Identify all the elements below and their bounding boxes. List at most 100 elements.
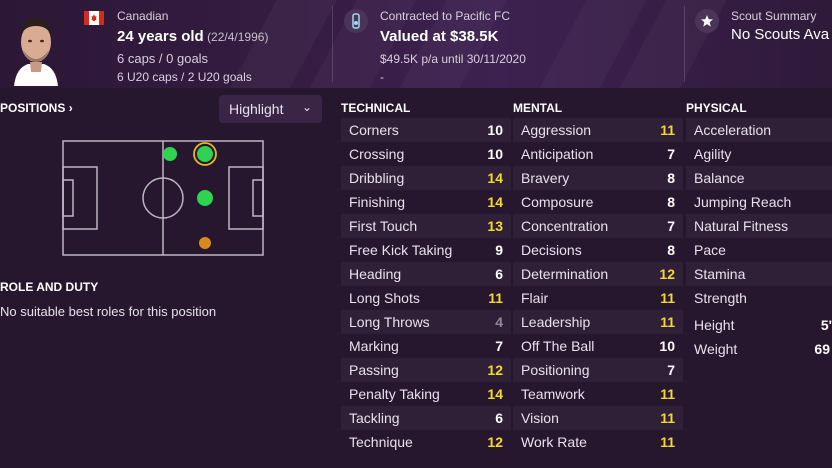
technical-attr-row[interactable]: Dribbling 14 [341, 166, 511, 190]
attr-name: Determination [521, 266, 609, 282]
attr-name: Passing [349, 362, 399, 378]
technical-attr-row[interactable]: Tackling 6 [341, 406, 511, 430]
attr-value: 4 [495, 314, 503, 330]
highlight-dropdown[interactable]: Highlight ⌄ [219, 95, 322, 123]
attr-name: Flair [521, 290, 549, 306]
attr-name: Concentration [521, 218, 609, 234]
mental-attr-row[interactable]: Anticipation 7 [513, 142, 683, 166]
attr-value: 12 [659, 266, 675, 282]
attr-value: 9 [495, 242, 503, 258]
physical-extras: Height 5' Weight 69 [686, 313, 832, 361]
player-value: Valued at $38.5K [380, 28, 499, 45]
attr-value: 14 [487, 170, 503, 186]
physical-attr-row[interactable]: Pace [686, 238, 832, 262]
positions-title: POSITIONS [0, 101, 66, 115]
technical-attr-row[interactable]: Marking 7 [341, 334, 511, 358]
technical-attr-row[interactable]: Corners 10 [341, 118, 511, 142]
attr-value: 11 [488, 290, 503, 306]
attr-value: 10 [659, 338, 675, 354]
player-avatar [14, 18, 58, 86]
technical-attr-row[interactable]: Crossing 10 [341, 142, 511, 166]
star-icon [695, 9, 719, 33]
technical-attr-row[interactable]: Long Shots 11 [341, 286, 511, 310]
attr-name: Strength [694, 290, 747, 306]
mental-attr-row[interactable]: Vision 11 [513, 406, 683, 430]
physical-attr-row[interactable]: Natural Fitness [686, 214, 832, 238]
mental-attr-row[interactable]: Decisions 8 [513, 238, 683, 262]
attr-name: Free Kick Taking [349, 242, 453, 258]
attr-name: Teamwork [521, 386, 585, 402]
canada-flag-icon [84, 11, 104, 25]
position-marker-green [163, 147, 177, 161]
attr-name: Jumping Reach [694, 194, 792, 210]
technical-attributes: Corners 10 Crossing 10 Dribbling 14 Finishing 1… [341, 118, 511, 454]
technical-attr-row[interactable]: Finishing 14 [341, 190, 511, 214]
mental-attr-row[interactable]: Concentration 7 [513, 214, 683, 238]
attr-name: Off The Ball [521, 338, 595, 354]
age: 24 years old [117, 28, 204, 45]
attr-value: 14 [487, 194, 503, 210]
technical-attr-row[interactable]: Penalty Taking 14 [341, 382, 511, 406]
attr-value: 6 [495, 410, 503, 426]
technical-attr-row[interactable]: Technique 12 [341, 430, 511, 454]
position-marker-green [197, 146, 213, 162]
mental-attr-row[interactable]: Bravery 8 [513, 166, 683, 190]
mental-attr-row[interactable]: Determination 12 [513, 262, 683, 286]
mental-attr-row[interactable]: Aggression 11 [513, 118, 683, 142]
mental-attr-row[interactable]: Leadership 11 [513, 310, 683, 334]
physical-attr-row[interactable]: Strength [686, 286, 832, 310]
attr-name: Corners [349, 122, 399, 138]
technical-attr-row[interactable]: Long Throws 4 [341, 310, 511, 334]
physical-attr-row[interactable]: Acceleration [686, 118, 832, 142]
attr-name: Technique [349, 434, 413, 450]
attr-value: 7 [667, 218, 675, 234]
mental-attr-row[interactable]: Positioning 7 [513, 358, 683, 382]
attr-name: Heading [349, 266, 402, 282]
attr-name: Acceleration [694, 122, 772, 138]
positions-link[interactable]: POSITIONS › [0, 101, 73, 115]
physical-attr-row[interactable]: Stamina [686, 262, 832, 286]
mental-attr-row[interactable]: Flair 11 [513, 286, 683, 310]
caps-goals: 6 caps / 0 goals [117, 51, 209, 66]
attr-name: Bravery [521, 170, 570, 186]
attr-name: Anticipation [521, 146, 594, 162]
attr-name: Tackling [349, 410, 400, 426]
mental-attr-row[interactable]: Off The Ball 10 [513, 334, 683, 358]
attr-name: Crossing [349, 146, 405, 162]
attr-value: 11 [660, 386, 675, 402]
attr-value: 11 [660, 122, 675, 138]
position-marker-green [197, 190, 213, 206]
attr-value: 8 [667, 242, 675, 258]
technical-attr-row[interactable]: Passing 12 [341, 358, 511, 382]
attr-value: 8 [667, 194, 675, 210]
physical-attr-row[interactable]: Agility [686, 142, 832, 166]
mental-attr-row[interactable]: Teamwork 11 [513, 382, 683, 406]
physical-attr-row[interactable]: Jumping Reach [686, 190, 832, 214]
technical-attr-row[interactable]: Free Kick Taking 9 [341, 238, 511, 262]
technical-attr-row[interactable]: First Touch 13 [341, 214, 511, 238]
technical-title: TECHNICAL [341, 101, 411, 115]
player-header: Canadian 24 years old (22/4/1996) 6 caps… [0, 0, 832, 88]
attr-value: 7 [667, 146, 675, 162]
technical-attr-row[interactable]: Heading 6 [341, 262, 511, 286]
player-bio: Canadian 24 years old (22/4/1996) 6 caps… [117, 8, 268, 86]
attr-name: Aggression [521, 122, 592, 138]
scout-summary: Scout Summary No Scouts Ava [731, 8, 829, 45]
position-pitch [62, 140, 264, 256]
attr-name: Agility [694, 146, 732, 162]
attr-name: Natural Fitness [694, 218, 789, 234]
mental-attr-row[interactable]: Work Rate 11 [513, 430, 683, 454]
attr-name: Penalty Taking [349, 386, 440, 402]
contract-icon [344, 9, 368, 33]
wage-info: $49.5K p/a until 30/11/2020 [380, 52, 526, 66]
scout-summary-text: No Scouts Ava [731, 26, 830, 43]
attr-value: 7 [495, 338, 503, 354]
physical-attr-row[interactable]: Balance [686, 166, 832, 190]
attr-name: Positioning [521, 362, 590, 378]
attr-name: Long Throws [349, 314, 430, 330]
attr-name: Long Shots [349, 290, 420, 306]
attr-value: 11 [660, 434, 675, 450]
mental-attr-row[interactable]: Composure 8 [513, 190, 683, 214]
attr-value: 12 [487, 362, 503, 378]
attr-name: Work Rate [521, 434, 587, 450]
